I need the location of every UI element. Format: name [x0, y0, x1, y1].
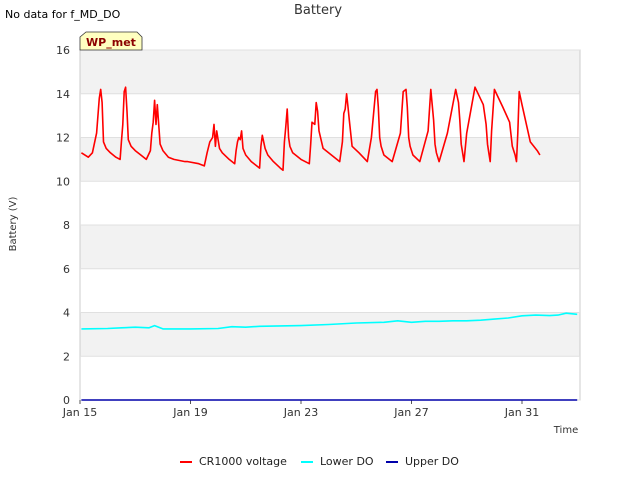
plot-band: [80, 312, 580, 357]
badge-label: WP_met: [86, 36, 136, 49]
y-tick-label: 2: [63, 350, 70, 363]
legend: CR1000 voltage Lower DO Upper DO: [180, 455, 459, 468]
legend-label: CR1000 voltage: [199, 455, 287, 468]
plot-band: [80, 268, 580, 313]
legend-label: Lower DO: [320, 455, 374, 468]
x-tick-label: Jan 31: [504, 406, 539, 419]
x-tick-label: Jan 23: [283, 406, 318, 419]
plot-band: [80, 225, 580, 269]
plot-band: [80, 356, 580, 400]
legend-item: Lower DO: [301, 455, 374, 468]
y-tick-label: 10: [56, 175, 70, 188]
battery-chart: Jan 15 Jan 19 Jan 23 Jan 27 Jan 31 0 2 4 6 8 10 12…: [8, 3, 581, 468]
legend-item: Upper DO: [386, 455, 459, 468]
chart-title: Battery: [294, 3, 342, 18]
y-tick-label: 12: [56, 132, 70, 145]
y-tick-label: 16: [56, 44, 70, 57]
plot-band: [80, 181, 580, 225]
y-tick-label: 4: [63, 307, 70, 320]
x-tick-label: Jan 27: [393, 406, 428, 419]
y-tick-label: 8: [63, 219, 70, 232]
legend-label: Upper DO: [405, 455, 459, 468]
x-tick-label: Jan 19: [172, 406, 207, 419]
wp-met-badge: WP_met: [79, 31, 143, 51]
y-axis-label: Battery (V): [8, 196, 19, 251]
plot-band: [80, 137, 580, 182]
x-ticks: Jan 15 Jan 19 Jan 23 Jan 27 Jan 31: [62, 400, 539, 419]
x-axis-label: Time: [553, 425, 578, 436]
y-tick-label: 0: [63, 394, 70, 407]
y-tick-label: 6: [63, 263, 70, 276]
x-tick-label: Jan 15: [62, 406, 97, 419]
y-tick-label: 14: [56, 88, 70, 101]
y-ticks: 0 2 4 6 8 10 12 14 16: [56, 44, 70, 407]
legend-item: CR1000 voltage: [180, 455, 287, 468]
plot-band: [80, 50, 580, 94]
